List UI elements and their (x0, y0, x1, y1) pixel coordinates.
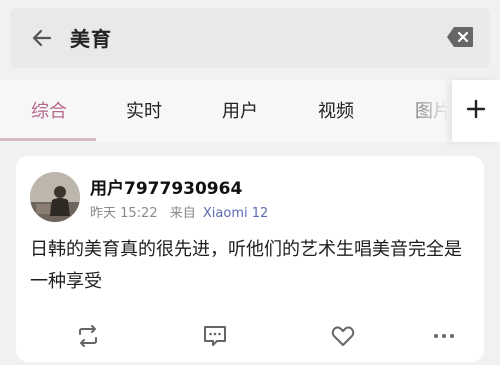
post-device-link[interactable]: Xiaomi 12 (203, 206, 268, 221)
search-tabs: 综合 实时 用户 视频 图片 (0, 80, 500, 142)
add-icon (466, 99, 486, 123)
repost-icon[interactable] (74, 322, 102, 350)
tab-videos[interactable]: 视频 (318, 97, 354, 123)
post-meta: 昨天 15:22 来自 Xiaomi 12 (90, 202, 268, 221)
post-username[interactable]: 用户7977930964 (90, 174, 242, 199)
post-time: 昨天 15:22 (90, 206, 158, 221)
post-actions (16, 322, 484, 356)
back-arrow-icon[interactable] (30, 26, 54, 50)
comment-icon[interactable] (201, 322, 229, 350)
search-header: 美育 (0, 0, 500, 80)
post-text: 日韩的美育真的很先进，听他们的艺术生唱美音完全是一种享受 (30, 239, 462, 292)
tab-users[interactable]: 用户 (222, 97, 258, 123)
post-card[interactable]: 用户7977930964 昨天 15:22 来自 Xiaomi 12 日韩的美育… (16, 156, 484, 362)
post-from-label: 来自 (169, 206, 196, 221)
add-tab-button[interactable] (452, 80, 500, 142)
avatar[interactable] (30, 172, 80, 222)
more-icon[interactable] (430, 322, 458, 350)
tab-comprehensive[interactable]: 综合 (31, 97, 67, 123)
tab-fade (390, 80, 450, 142)
search-query[interactable]: 美育 (70, 23, 112, 52)
clear-input-icon[interactable] (446, 26, 474, 48)
like-icon[interactable] (329, 322, 357, 350)
active-tab-indicator (0, 138, 96, 141)
search-bar[interactable]: 美育 (10, 8, 490, 68)
tab-realtime[interactable]: 实时 (126, 97, 162, 123)
